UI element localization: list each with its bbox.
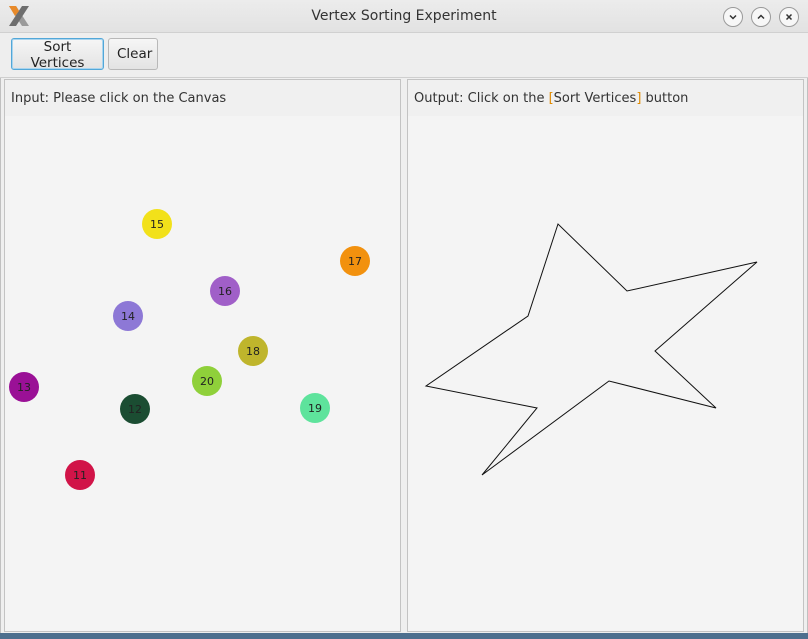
output-header-button-ref: Sort Vertices	[553, 91, 637, 106]
output-panel-header: Output: Click on the [Sort Vertices] but…	[408, 80, 803, 117]
input-panel: Input: Please click on the Canvas 11 12 13…	[4, 79, 401, 632]
vertex-11[interactable]: 11	[65, 460, 95, 490]
output-header-prefix: Output: Click on the	[414, 91, 545, 106]
output-header-suffix: button	[645, 91, 689, 106]
vertex-19[interactable]: 19	[300, 393, 330, 423]
close-button[interactable]	[779, 7, 799, 27]
input-panel-header: Input: Please click on the Canvas	[5, 80, 400, 117]
vertex-14[interactable]: 14	[113, 301, 143, 331]
vertex-12[interactable]: 12	[120, 394, 150, 424]
close-icon	[785, 13, 793, 21]
sort-vertices-button[interactable]: Sort Vertices	[11, 38, 104, 71]
vertex-13[interactable]: 13	[9, 372, 39, 402]
chevron-up-icon	[757, 14, 765, 20]
vertex-15[interactable]: 15	[142, 209, 172, 239]
vertex-18[interactable]: 18	[238, 336, 268, 366]
output-panel: Output: Click on the [Sort Vertices] but…	[407, 79, 804, 632]
toolbar: Sort Vertices Clear	[0, 33, 808, 78]
minimize-button[interactable]	[723, 7, 743, 27]
output-header-text: Output: Click on the [Sort Vertices] but…	[414, 91, 689, 106]
sorted-polygon	[424, 223, 758, 476]
clear-button[interactable]: Clear	[108, 38, 158, 70]
input-header-text: Input: Please click on the Canvas	[11, 91, 227, 106]
maximize-button[interactable]	[751, 7, 771, 27]
chevron-down-icon	[729, 14, 737, 20]
input-canvas[interactable]: 11 12 13 14 15 16 17 18 19 20	[5, 116, 400, 631]
window-title: Vertex Sorting Experiment	[311, 8, 497, 24]
vertex-16[interactable]: 16	[210, 276, 240, 306]
vertex-20[interactable]: 20	[192, 366, 222, 396]
output-canvas	[408, 116, 803, 631]
taskbar-edge	[0, 633, 808, 639]
title-bar[interactable]: Vertex Sorting Experiment	[0, 0, 808, 33]
sorted-polygon-path	[424, 223, 758, 476]
vertex-17[interactable]: 17	[340, 246, 370, 276]
